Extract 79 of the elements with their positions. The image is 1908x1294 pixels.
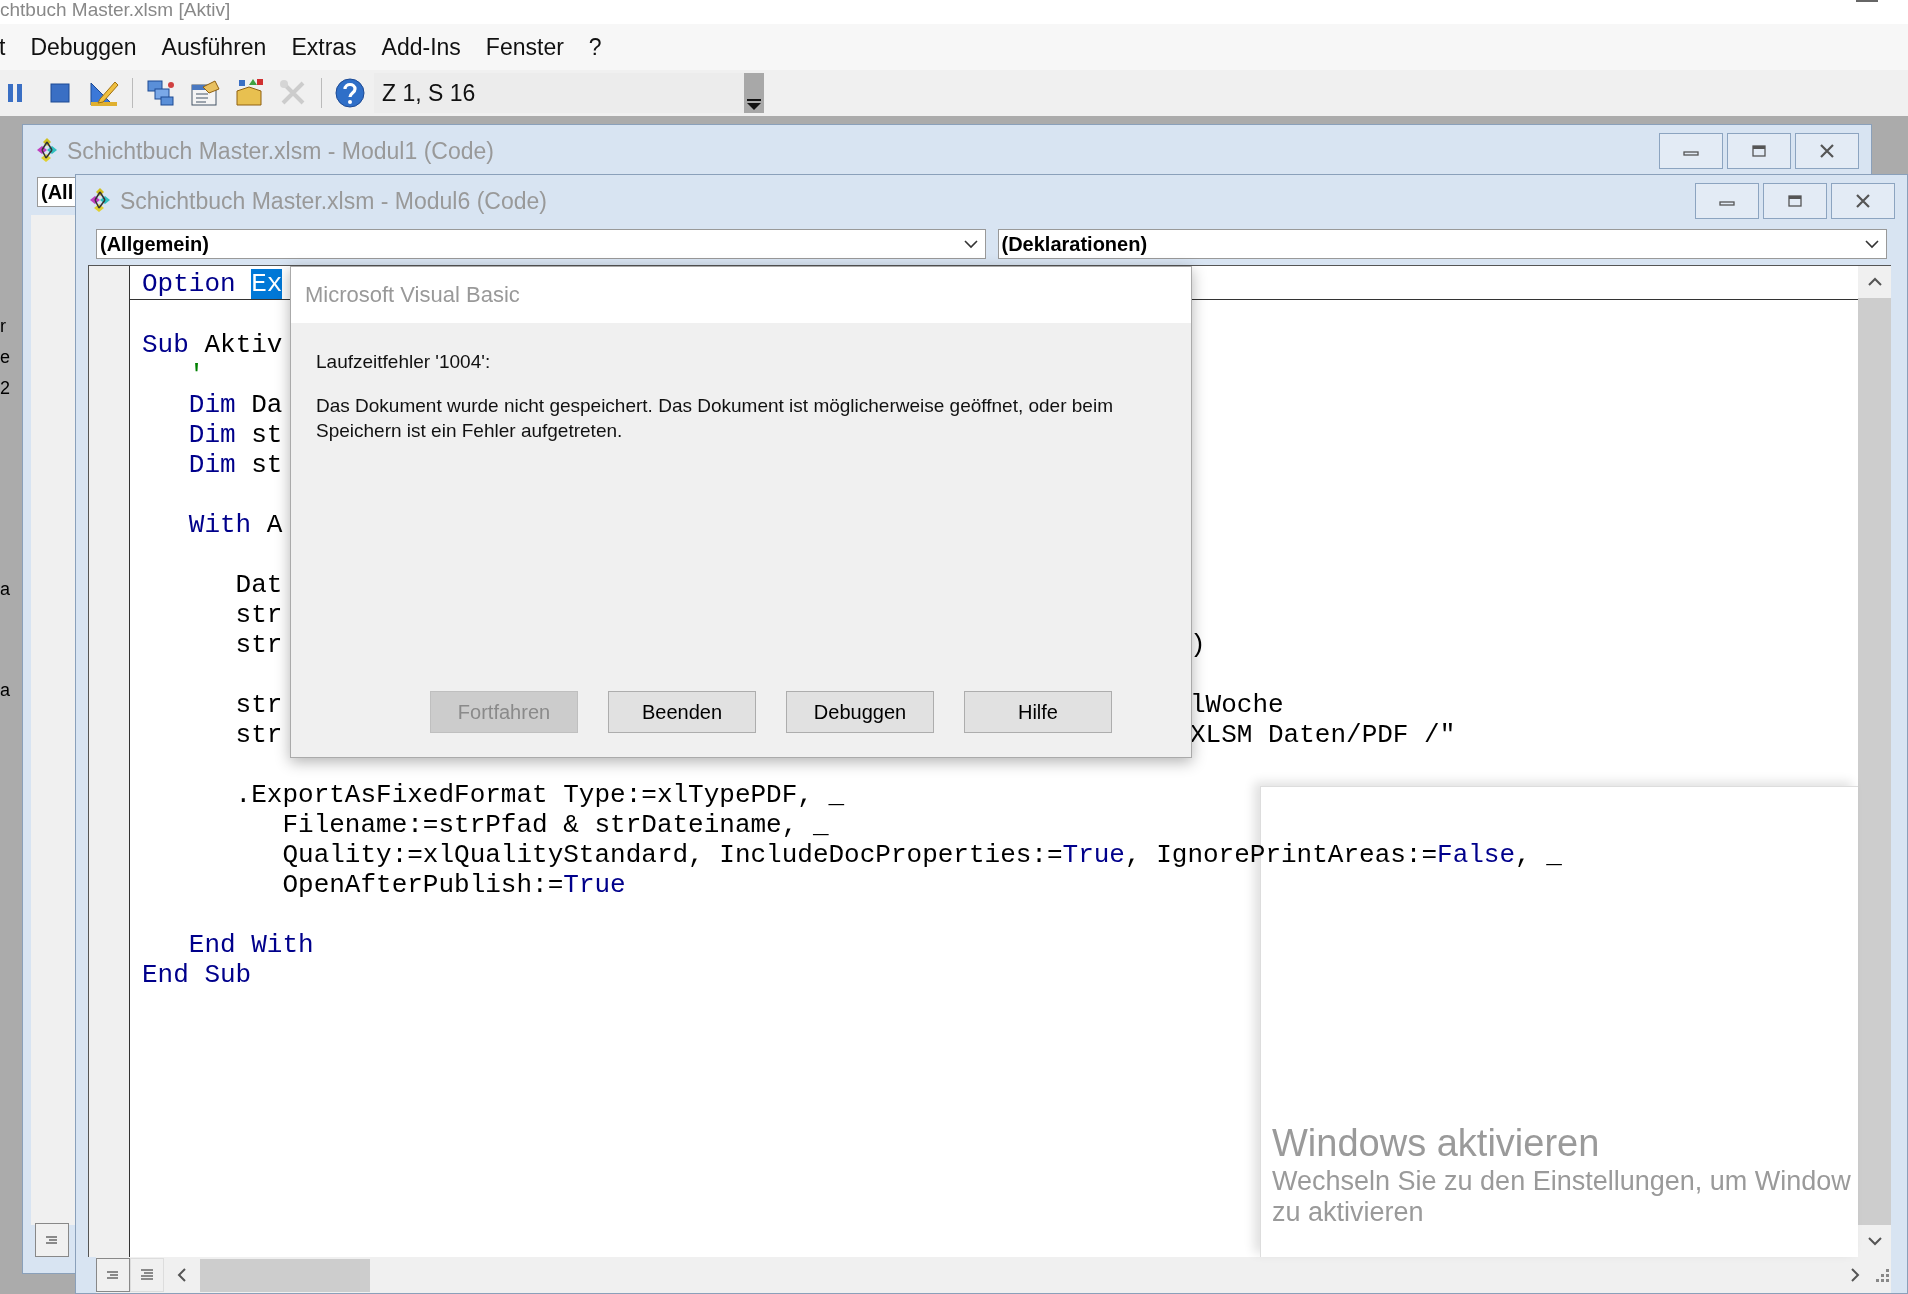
activation-notice-text: zu aktivieren: [1272, 1197, 1424, 1228]
lines-icon: [45, 1235, 59, 1245]
code-line: End With: [187, 930, 314, 960]
toolbar-options-icon[interactable]: [744, 73, 764, 113]
code-line: str: [234, 600, 283, 630]
code-line: .ExportAsFixedFormat Type:=xlTypePDF, _: [234, 780, 845, 810]
dialog-button[interactable]: Debuggen: [786, 691, 934, 733]
code-line: Dim st: [187, 450, 283, 480]
code-line: str: [234, 630, 283, 660]
procedure-view-button[interactable]: [35, 1223, 69, 1257]
help-icon[interactable]: [334, 77, 366, 109]
error-heading: Laufzeitfehler '1004':: [316, 351, 492, 373]
text-fragment: a: [0, 680, 11, 701]
code-line: str: [234, 690, 283, 720]
scroll-down-icon[interactable]: [1866, 1235, 1883, 1247]
text-fragment: e: [0, 347, 11, 368]
close-icon: [1818, 143, 1836, 159]
code-line: ): [1190, 630, 1206, 660]
menu-item[interactable]: ?: [588, 33, 602, 61]
menu-item[interactable]: Fenster: [485, 33, 564, 61]
scrollbar-thumb[interactable]: [1858, 298, 1891, 1225]
menu-item[interactable]: Extras: [291, 33, 357, 61]
code-line: Dim st: [187, 420, 283, 450]
window-title: Schichtbuch Master.xlsm - Modul6 (Code): [120, 187, 548, 215]
code-line: lWoche: [1190, 690, 1284, 720]
dialog-button[interactable]: Hilfe: [964, 691, 1112, 733]
procedure-view-button[interactable]: [96, 1258, 130, 1292]
maximize-icon: [1750, 144, 1768, 158]
chevron-icon: [1864, 239, 1880, 249]
scroll-left-icon[interactable]: [176, 1267, 188, 1283]
resize-grip-icon[interactable]: [1873, 1266, 1891, 1284]
code-line: With A: [187, 510, 283, 540]
code-line: End Sub: [142, 960, 252, 990]
module-view-button[interactable]: [130, 1258, 164, 1292]
minimize-icon[interactable]: [1856, 0, 1878, 4]
scrollbar-thumb[interactable]: [200, 1258, 370, 1292]
restore-button[interactable]: [1763, 183, 1827, 219]
code-line: str: [234, 720, 283, 750]
dialog-button[interactable]: Beenden: [608, 691, 756, 733]
text-fragment: a: [0, 579, 11, 600]
activation-notice-title: Windows aktivieren: [1272, 1121, 1600, 1166]
project-tree-icon[interactable]: [145, 77, 177, 109]
shapes-box-icon[interactable]: [233, 77, 265, 109]
lines-icon: [106, 1270, 120, 1280]
menu-item[interactable]: Ausführen: [161, 33, 267, 61]
text-fragment: r: [0, 316, 7, 337]
scroll-up-icon[interactable]: [1866, 276, 1883, 288]
code-line: Filename:=strPfad & strDateiname, _: [281, 810, 829, 840]
close-icon: [1854, 193, 1872, 209]
chevron-icon: [962, 239, 979, 249]
menu-item[interactable]: Add-Ins: [381, 33, 461, 61]
menu-item[interactable]: Debuggen: [30, 33, 137, 61]
text-fragment: 2: [0, 378, 11, 399]
maximize-icon: [1786, 194, 1804, 208]
code-line: Dim Da: [187, 390, 283, 420]
menu-item[interactable]: t: [0, 33, 6, 61]
scroll-right-icon[interactable]: [1849, 1267, 1861, 1283]
dialog-title: Microsoft Visual Basic: [305, 282, 520, 308]
code-line: Sub Aktiv: [142, 330, 283, 360]
close-button[interactable]: [1795, 133, 1859, 169]
activation-notice-text: Wechseln Sie zu den Einstellungen, um Window: [1272, 1166, 1851, 1197]
window-title: Schichtbuch Master.xlsm - Modul1 (Code): [67, 137, 495, 165]
window-title: chtbuch Master.xlsm [Aktiv]: [0, 0, 231, 20]
position-field: Z 1, S 16: [374, 73, 746, 113]
minimize-button[interactable]: [1695, 183, 1759, 219]
code-line: ': [187, 360, 205, 390]
procedure-dropdown[interactable]: (Deklarationen): [997, 229, 1887, 259]
code-line: Option Ex: [142, 269, 283, 299]
close-button[interactable]: [1831, 183, 1895, 219]
object-dropdown[interactable]: (All: [37, 177, 77, 207]
code-line: Dat: [234, 570, 283, 600]
minimize-button[interactable]: [1659, 133, 1723, 169]
code-line: Quality:=xlQualityStandard, IncludeDocProperties:=True, IgnorePrintAreas:=False, _: [281, 840, 1562, 870]
code-line: OpenAfterPublish:=True: [281, 870, 626, 900]
code-line: XLSM Daten/PDF /": [1190, 720, 1456, 750]
object-dropdown[interactable]: (Allgemein): [96, 229, 986, 259]
error-message: Das Dokument wurde nicht gespeichert. Das Dokument ist möglicherweise geöffnet, oder beim Speichern ist ein Fehler aufgetreten.: [316, 394, 1114, 443]
lines-icon: [140, 1269, 154, 1281]
restore-button[interactable]: [1727, 133, 1791, 169]
